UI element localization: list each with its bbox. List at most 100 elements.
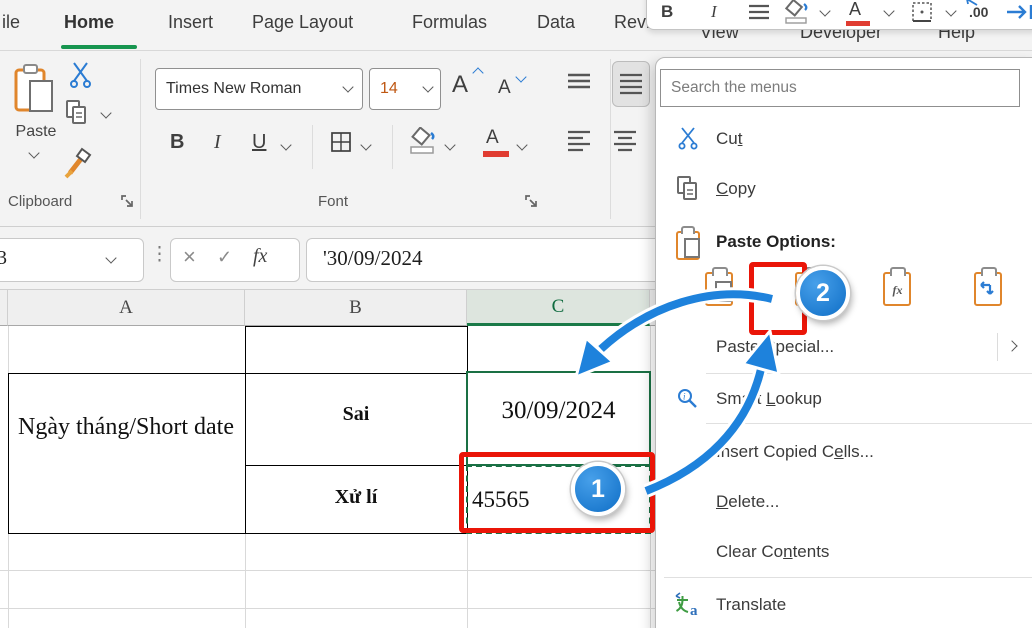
paste-option-keep-source[interactable]	[704, 266, 734, 306]
shrink-font-caret-icon	[515, 71, 526, 82]
font-dialog-launcher[interactable]	[524, 194, 539, 214]
active-tab-underline	[61, 45, 137, 49]
font-size-value: 14	[370, 80, 398, 98]
mini-fill-caret-icon[interactable]	[819, 5, 830, 16]
cut-icon	[672, 126, 704, 152]
dialog-launcher-icon	[524, 194, 539, 209]
column-header-b[interactable]: B	[245, 290, 467, 326]
font-size-caret-icon	[422, 81, 433, 92]
tab-formulas[interactable]: Formulas	[412, 12, 487, 33]
copy-icon	[64, 99, 92, 127]
menu-item-insert-copied-cells[interactable]: Insert Copied Cells...	[656, 433, 1032, 471]
shrink-font-button[interactable]: A	[498, 77, 511, 99]
cancel-button[interactable]: ×	[183, 244, 196, 270]
align-top-button[interactable]	[566, 71, 592, 98]
mini-font-color-letter: A	[849, 0, 861, 19]
font-color-letter: A	[486, 127, 499, 148]
tab-page-layout[interactable]: Page Layout	[252, 12, 353, 33]
align-left-button[interactable]	[566, 129, 592, 158]
cell-text-sai: Sai	[245, 403, 467, 426]
mini-borders-caret-icon[interactable]	[945, 5, 956, 16]
mini-merge-borders-icon[interactable]	[911, 1, 933, 23]
formula-input[interactable]: '30/09/2024	[306, 238, 708, 282]
clipboard-dialog-launcher[interactable]	[120, 194, 135, 214]
cell-b1-empty[interactable]	[245, 326, 468, 374]
underline-button[interactable]: U	[252, 131, 266, 154]
mini-toolbar: B I A .00	[646, 0, 1032, 30]
bold-button[interactable]: B	[170, 131, 184, 154]
font-color-bar	[483, 151, 509, 157]
menu-item-copy[interactable]: Copy	[656, 170, 1032, 208]
mini-font-color-caret-icon[interactable]	[883, 5, 894, 16]
align-left-icon	[566, 129, 592, 153]
paste-dropdown-caret-icon[interactable]	[28, 147, 39, 158]
formula-value: '30/09/2024	[323, 246, 422, 271]
paste-button[interactable]	[12, 63, 56, 120]
tab-file[interactable]: ile	[2, 12, 20, 33]
mini-partial-icon[interactable]	[1005, 1, 1032, 23]
paste-options-icon	[672, 225, 704, 259]
menu-item-translate[interactable]: a Translate	[656, 586, 1032, 624]
menu-item-cut[interactable]: Cut	[656, 120, 1032, 158]
fill-color-button[interactable]	[408, 127, 440, 160]
menu-item-delete[interactable]: Delete...	[656, 483, 1032, 521]
copy-dropdown-caret-icon[interactable]	[100, 107, 111, 118]
menu-item-paste-special[interactable]: Paste Special...	[656, 328, 1032, 366]
mini-font-color-button[interactable]: A	[849, 0, 861, 20]
align-center-button[interactable]	[612, 129, 638, 158]
formula-bar-drag-dots-icon[interactable]: ⋮	[150, 243, 169, 266]
align-middle-button[interactable]	[612, 61, 650, 107]
enter-button[interactable]: ✓	[217, 247, 232, 268]
cut-button[interactable]	[68, 61, 94, 94]
submenu-arrow-icon	[1006, 340, 1017, 351]
menu-item-smart-lookup[interactable]: i Smart Lookup	[656, 380, 1032, 418]
font-name-caret-icon	[342, 81, 353, 92]
tab-insert[interactable]: Insert	[168, 12, 213, 33]
underline-caret-icon	[280, 139, 291, 150]
font-group-label: Font	[318, 193, 348, 210]
italic-button[interactable]: I	[214, 131, 221, 154]
grow-font-button[interactable]: A	[452, 71, 468, 99]
svg-text:a: a	[690, 603, 698, 618]
font-name-value: Times New Roman	[156, 80, 301, 98]
font-color-caret-icon	[516, 139, 527, 150]
clipboard-group-label: Clipboard	[8, 193, 72, 210]
insert-function-button[interactable]: fx	[253, 245, 267, 268]
font-size-combo[interactable]: 14	[369, 68, 441, 110]
borders-icon	[330, 131, 352, 153]
cell-text-date: 30/09/2024	[467, 397, 650, 425]
tab-data[interactable]: Data	[537, 12, 575, 33]
tab-home[interactable]: Home	[64, 12, 114, 33]
paste-icon	[12, 63, 56, 115]
font-name-combo[interactable]: Times New Roman	[155, 68, 363, 110]
fill-color-icon	[408, 127, 440, 155]
cell-text-label: Ngày tháng/Short date	[10, 408, 242, 446]
scissors-icon	[68, 61, 94, 89]
column-header-c[interactable]: C	[467, 290, 650, 326]
step-2-badge: 2	[796, 266, 850, 320]
paste-option-transpose[interactable]	[973, 266, 1003, 306]
column-header-a[interactable]: A	[8, 290, 245, 326]
grow-font-caret-icon	[472, 67, 483, 78]
menu-search-input[interactable]	[660, 69, 1020, 107]
paste-option-formulas[interactable]: fx	[882, 266, 912, 306]
cell-a-merged[interactable]	[8, 373, 246, 534]
mini-italic-button[interactable]: I	[711, 2, 717, 22]
fill-color-caret-icon	[444, 139, 455, 150]
mini-bold-button[interactable]: B	[661, 2, 673, 22]
copy-button[interactable]	[64, 99, 92, 132]
context-menu: Cut Copy Paste Options: 123 fx %	[655, 57, 1032, 628]
step-1-badge: 1	[571, 462, 625, 516]
mini-decimal-arrow-icon	[963, 0, 979, 7]
corner-header	[0, 290, 8, 326]
align-center-icon	[612, 129, 638, 153]
font-color-button[interactable]: A	[486, 127, 499, 149]
menu-item-clear-contents[interactable]: Clear Contents	[656, 533, 1032, 571]
name-box[interactable]: 3	[0, 238, 144, 282]
borders-button[interactable]	[330, 131, 352, 158]
mini-fill-color-icon[interactable]	[783, 0, 813, 26]
cell-text-xuli: Xử lí	[245, 486, 467, 509]
format-painter-button[interactable]	[62, 143, 96, 184]
mini-borders-lines-icon[interactable]	[747, 3, 771, 23]
menu-item-paste-options: Paste Options:	[656, 223, 1032, 261]
